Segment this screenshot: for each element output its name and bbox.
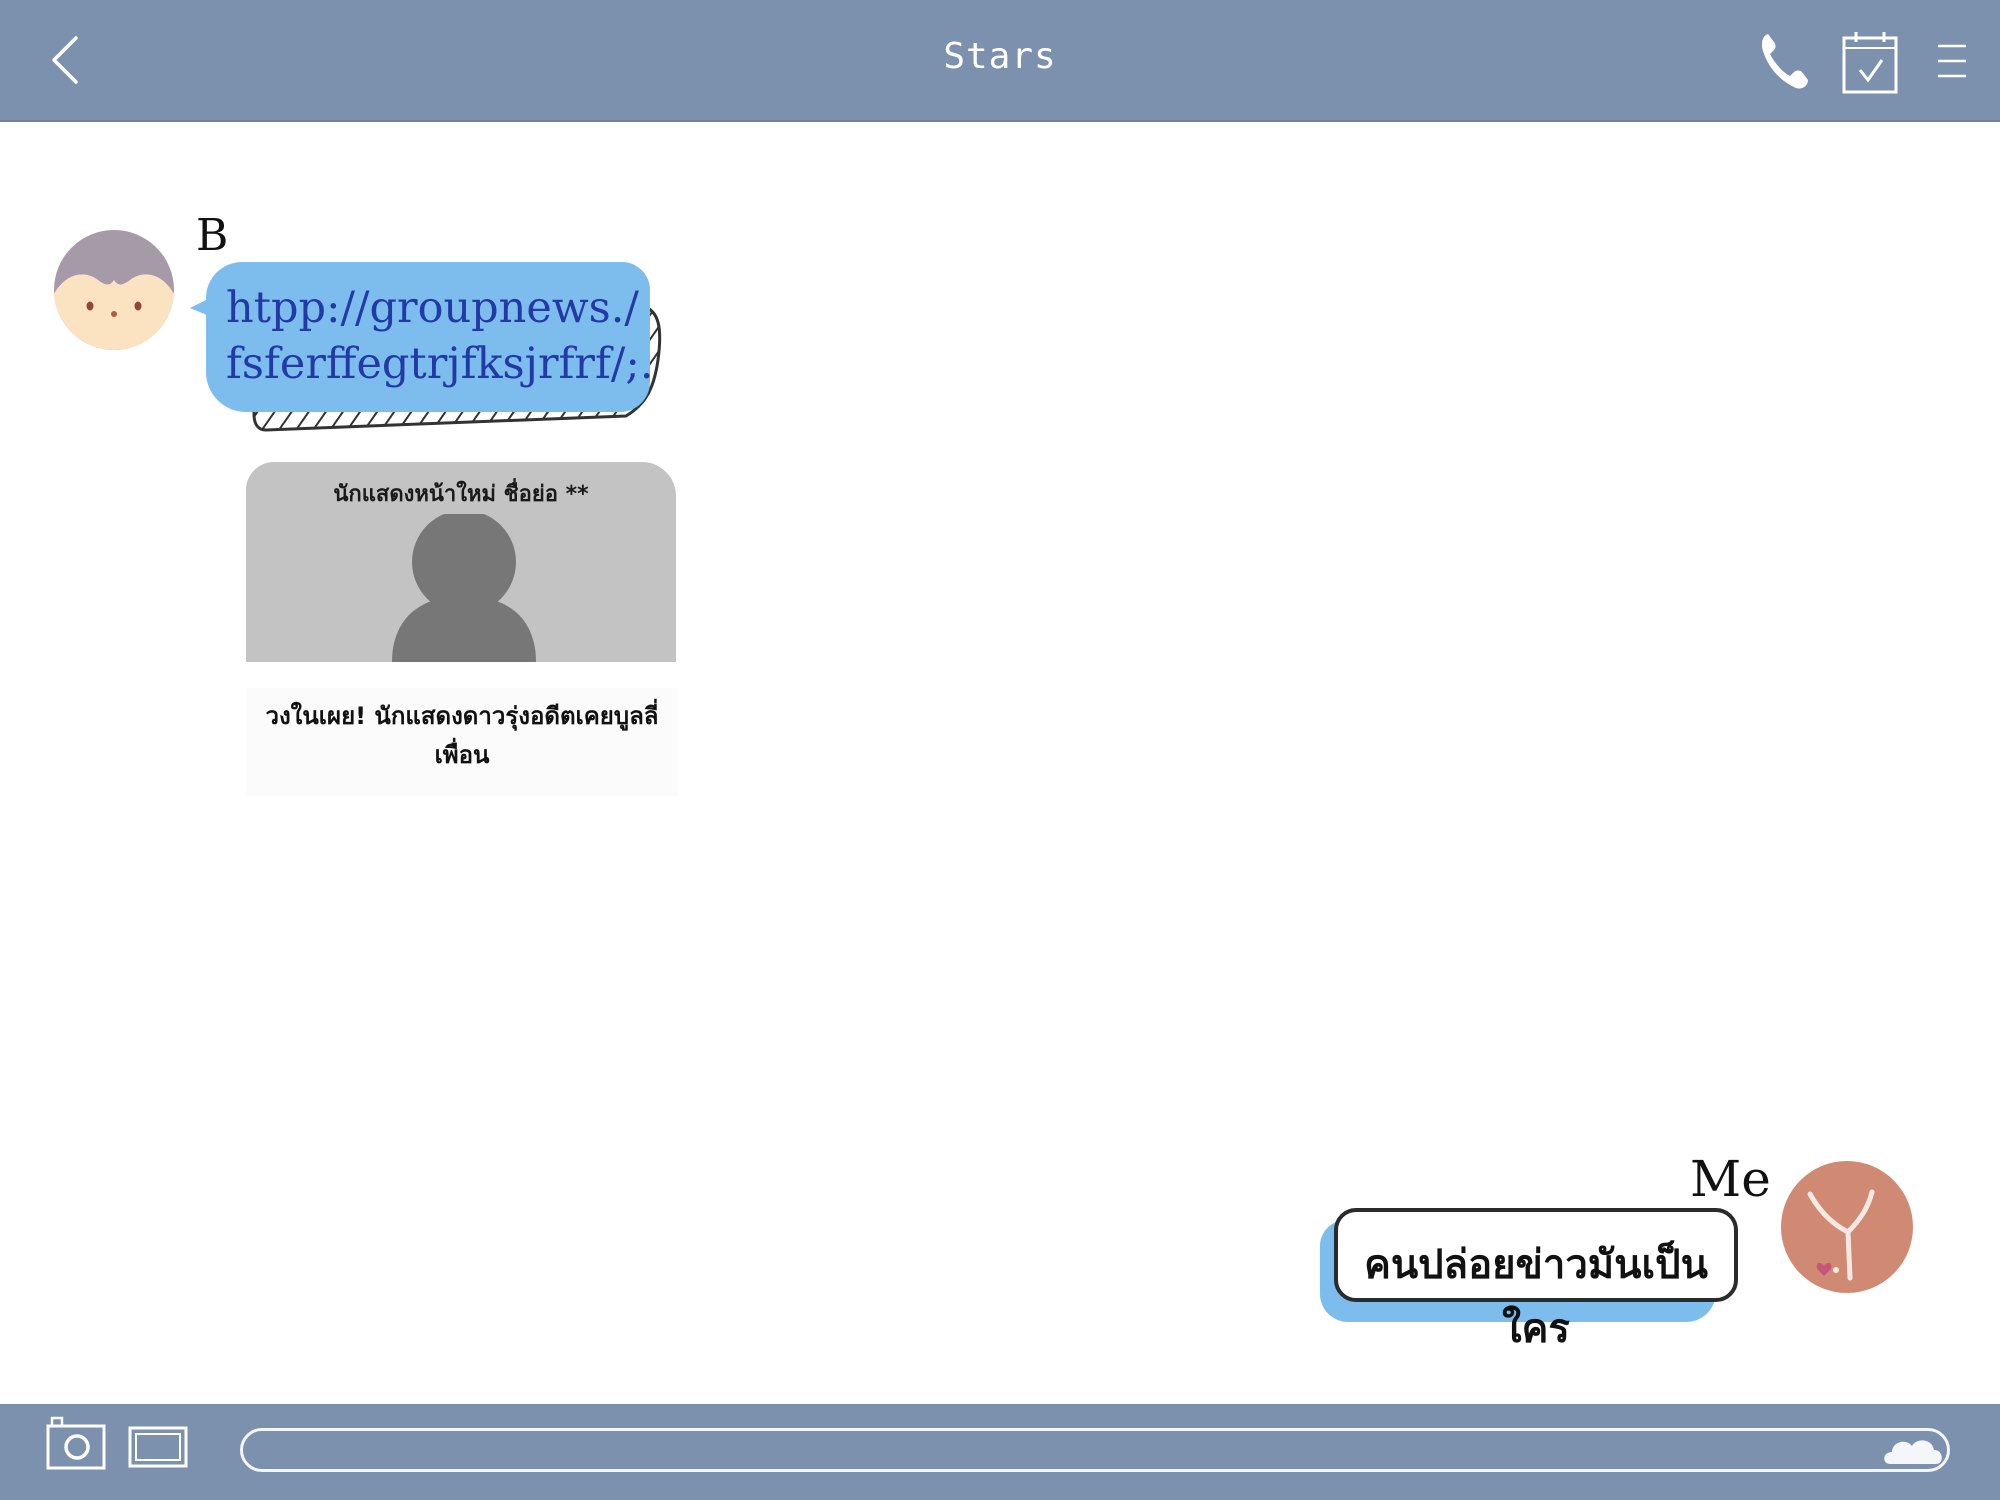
preview-image: นักแสดงหน้าใหม่ ชื่อย่อ **: [246, 462, 676, 662]
camera-icon: [46, 1416, 106, 1470]
calendar-button[interactable]: [1840, 28, 1900, 96]
link-line-1: htpp://groupnews./: [226, 283, 639, 333]
message-bubble-me: คนปล่อยข่าวมันเป็นใคร: [1318, 1206, 1744, 1352]
menu-icon: [1938, 44, 1966, 78]
avatar-doodle-icon: [1781, 1161, 1913, 1293]
phone-icon: [1761, 34, 1808, 89]
text-bubble: คนปล่อยข่าวมันเป็นใคร: [1334, 1208, 1738, 1352]
person-silhouette-icon: [392, 514, 536, 662]
image-button[interactable]: [126, 1422, 190, 1472]
image-icon: [128, 1426, 188, 1468]
menu-button[interactable]: [1934, 40, 1970, 82]
chat-screen: Stars B htpp://groupnews./ fsferffegtrjf…: [0, 0, 2000, 1500]
sender-name-me: Me: [1690, 1150, 1771, 1208]
header-bar: Stars: [0, 0, 2000, 122]
camera-button[interactable]: [44, 1414, 108, 1474]
preview-headline: นักแสดงหน้าใหม่ ชื่อย่อ **: [333, 482, 589, 507]
send-button[interactable]: [1882, 1434, 1946, 1468]
preview-caption: วงในเผย! นักแสดงดาวรุ่งอดีตเคยบูลลี่เพื่…: [246, 688, 678, 796]
link-bubble: htpp://groupnews./ fsferffegtrjfksjrfrf/…: [206, 262, 654, 412]
avatar-face-icon: [54, 230, 174, 350]
message-link[interactable]: htpp://groupnews./ fsferffegtrjfksjrfrf/…: [226, 280, 654, 392]
link-preview-card[interactable]: นักแสดงหน้าใหม่ ชื่อย่อ ** วงในเผย! นักแ…: [246, 462, 678, 796]
avatar-b[interactable]: [52, 228, 176, 352]
sender-name: B: [196, 210, 229, 261]
cloud-icon: [1884, 1440, 1942, 1464]
calendar-check-icon: [1842, 32, 1898, 94]
call-button[interactable]: [1756, 28, 1812, 92]
message-bubble: htpp://groupnews./ fsferffegtrjfksjrfrf/…: [186, 258, 686, 436]
message-input[interactable]: [240, 1428, 1950, 1472]
message-text: คนปล่อยข่าวมันเป็นใคร: [1364, 1242, 1708, 1352]
chat-title: Stars: [943, 36, 1057, 77]
link-line-2: fsferffegtrjfksjrfrf/;.: [226, 339, 654, 389]
avatar-me[interactable]: [1780, 1160, 1914, 1294]
composer-bar: [0, 1404, 2000, 1500]
